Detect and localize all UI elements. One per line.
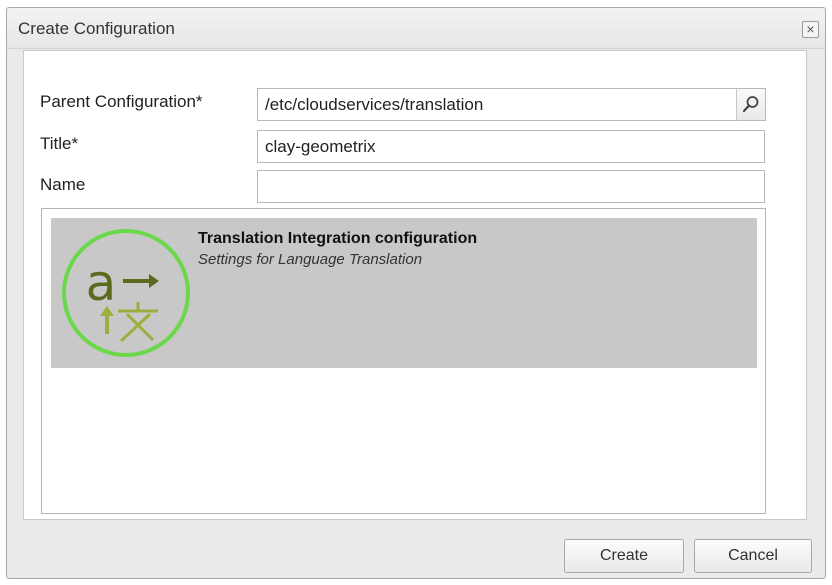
template-list: a Translation Integration configuration … [41, 208, 766, 514]
parent-configuration-input[interactable]: /etc/cloudservices/translation [257, 88, 737, 121]
title-input[interactable]: clay-geometrix [257, 130, 765, 163]
template-item-translation[interactable]: a Translation Integration configuration … [51, 218, 757, 368]
close-icon: × [806, 21, 815, 37]
name-label: Name [40, 175, 86, 194]
title-label: Title* [40, 134, 79, 153]
template-title: Translation Integration configuration [198, 230, 478, 247]
create-button[interactable]: Create [564, 539, 684, 573]
search-icon [742, 96, 759, 113]
name-input[interactable] [257, 170, 765, 203]
close-button[interactable]: × [802, 21, 819, 38]
create-configuration-dialog: Create Configuration × Parent Configurat… [6, 7, 826, 579]
svg-text:a: a [86, 254, 117, 312]
dialog-title: Create Configuration [18, 19, 175, 38]
dialog-title-bar[interactable]: Create Configuration × [7, 8, 825, 49]
parent-configuration-label: Parent Configuration* [40, 92, 203, 111]
cancel-button[interactable]: Cancel [694, 539, 812, 573]
template-description: Settings for Language Translation [198, 251, 423, 268]
translation-icon: a [62, 229, 190, 357]
parent-configuration-browse-button[interactable] [736, 88, 766, 121]
